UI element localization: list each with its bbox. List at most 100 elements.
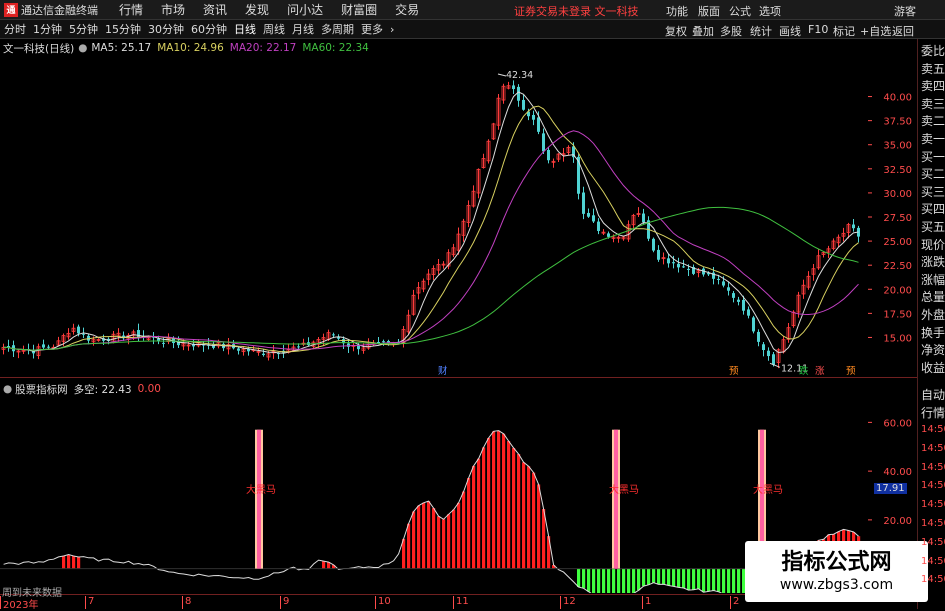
- quote-panel-item-3[interactable]: 卖三: [921, 96, 945, 112]
- bear-bar: [732, 568, 736, 593]
- legend-settings-icon[interactable]: ●: [78, 42, 87, 54]
- candle-body: [652, 238, 655, 251]
- candle-body: [547, 149, 550, 161]
- period-intraday[interactable]: 分时: [4, 21, 26, 37]
- quote-panel-item-10[interactable]: 买五: [921, 219, 945, 235]
- event-marker-1: 预: [729, 366, 739, 376]
- bear-bar: [682, 568, 686, 589]
- menu-layout[interactable]: 版面: [698, 3, 720, 19]
- btn-add-watchlist[interactable]: +自选: [860, 23, 891, 39]
- period-daily[interactable]: 日线: [234, 21, 256, 37]
- candle-body: [687, 268, 690, 270]
- main-legend: 文一科技(日线) ● MA5: 25.17 MA10: 24.96 MA20: …: [0, 41, 369, 55]
- btn-mark[interactable]: 标记: [833, 23, 855, 39]
- quote-panel-item-14[interactable]: 总量: [921, 289, 945, 305]
- period-weekly[interactable]: 周线: [263, 21, 285, 37]
- btn-draw[interactable]: 画线: [779, 23, 801, 39]
- menu-wealth[interactable]: 财富圈: [341, 1, 377, 18]
- quote-panel-item-18[interactable]: 收益: [921, 360, 945, 376]
- user-name[interactable]: 游客: [894, 3, 916, 19]
- menu-ask[interactable]: 问小达: [287, 1, 323, 18]
- menu-function[interactable]: 功能: [666, 3, 688, 19]
- quote-panel-item-17[interactable]: 净资: [921, 342, 945, 358]
- ma10-line: [3, 105, 859, 353]
- indicator-settings-icon[interactable]: ●: [3, 383, 12, 395]
- candle-body: [642, 213, 645, 223]
- legend-ma5: MA5: 25.17: [91, 42, 152, 54]
- btn-back[interactable]: 返回: [892, 23, 914, 39]
- menu-options[interactable]: 选项: [759, 3, 781, 19]
- bull-bar: [477, 458, 481, 569]
- period-more[interactable]: 更多: [361, 21, 383, 37]
- bull-bar: [427, 501, 431, 569]
- period-monthly[interactable]: 月线: [292, 21, 314, 37]
- btn-stats[interactable]: 统计: [750, 23, 772, 39]
- candlestick-chart[interactable]: 40.00 37.50 35.00 32.50 30.00 27.50 25.00 22.50…: [0, 58, 917, 376]
- menu-formula[interactable]: 公式: [729, 3, 751, 19]
- period-5min[interactable]: 5分钟: [69, 21, 98, 37]
- period-1min[interactable]: 1分钟: [33, 21, 62, 37]
- event-marker-2: 跌: [799, 365, 809, 376]
- candle-body: [237, 348, 240, 351]
- stock-name[interactable]: 文一科技(日线): [3, 41, 74, 56]
- btn-multi-stock[interactable]: 多股: [720, 23, 742, 39]
- candle-body: [597, 221, 600, 231]
- bear-bar: [602, 568, 606, 593]
- app-logo-icon: 通: [4, 2, 18, 17]
- btn-overlay[interactable]: 叠加: [692, 23, 714, 39]
- candle-body: [42, 344, 45, 348]
- quote-panel-item-8[interactable]: 买三: [921, 184, 945, 200]
- bear-bar: [662, 568, 666, 585]
- menu-news[interactable]: 资讯: [203, 1, 227, 18]
- menu-quotes[interactable]: 行情: [119, 1, 143, 18]
- bull-bar: [542, 509, 546, 569]
- menu-market[interactable]: 市场: [161, 1, 185, 18]
- bear-bar: [722, 568, 726, 593]
- btn-adjust[interactable]: 复权: [665, 23, 687, 39]
- watermark-title: 指标公式网: [781, 549, 892, 575]
- bull-bar: [432, 508, 436, 569]
- indicator-long-short: 多空: 22.43: [73, 383, 132, 396]
- candle-body: [772, 354, 775, 365]
- candle-body: [747, 309, 750, 316]
- bull-bar: [447, 514, 451, 569]
- period-multi[interactable]: 多周期: [321, 21, 354, 37]
- ma60-line: [3, 206, 859, 351]
- right-divider: [917, 39, 918, 609]
- quote-panel-item-5[interactable]: 卖一: [921, 131, 945, 147]
- bull-bar: [507, 440, 511, 569]
- login-notice[interactable]: 证券交易未登录 文一科技: [514, 3, 639, 19]
- quote-panel-item-12[interactable]: 涨跌: [921, 254, 945, 270]
- btn-f10[interactable]: F10: [808, 23, 828, 36]
- quote-panel-item-1[interactable]: 卖五: [921, 61, 945, 77]
- quote-panel-item-0[interactable]: 委比: [921, 43, 945, 59]
- period-30min[interactable]: 30分钟: [148, 21, 184, 37]
- quote-panel-item-9[interactable]: 买四: [921, 201, 945, 217]
- bear-bar: [657, 568, 661, 585]
- quote-panel-item-16[interactable]: 换手: [921, 325, 945, 341]
- quote-panel-item-13[interactable]: 涨幅: [921, 272, 945, 288]
- bear-bar: [727, 568, 731, 593]
- pane-divider: [0, 377, 917, 378]
- quote-panel-item-15[interactable]: 外盘: [921, 307, 945, 323]
- more-chevron-icon[interactable]: ›: [390, 23, 394, 36]
- bear-bar: [627, 568, 631, 593]
- time-label-0: 14:50: [921, 424, 945, 435]
- bear-bar: [707, 568, 711, 592]
- quote-panel-item-11[interactable]: 现价: [921, 237, 945, 253]
- bear-bar: [637, 568, 641, 591]
- candle-body: [582, 192, 585, 214]
- candle-body: [262, 353, 265, 356]
- period-15min[interactable]: 15分钟: [105, 21, 141, 37]
- period-60min[interactable]: 60分钟: [191, 21, 227, 37]
- menu-trade[interactable]: 交易: [395, 1, 419, 18]
- menu-discover[interactable]: 发现: [245, 1, 269, 18]
- quote-panel-item-6[interactable]: 买一: [921, 149, 945, 165]
- quote-panel-item-2[interactable]: 卖四: [921, 78, 945, 94]
- quote-panel-item-7[interactable]: 买二: [921, 166, 945, 182]
- indicator-tick-0: 60.00: [883, 418, 912, 429]
- quote-panel-bottom-0[interactable]: 自动: [921, 387, 945, 403]
- quote-panel-item-4[interactable]: 卖二: [921, 113, 945, 129]
- indicator-name[interactable]: 股票指标网: [15, 382, 68, 397]
- quote-panel-bottom-1[interactable]: 行情: [921, 405, 945, 421]
